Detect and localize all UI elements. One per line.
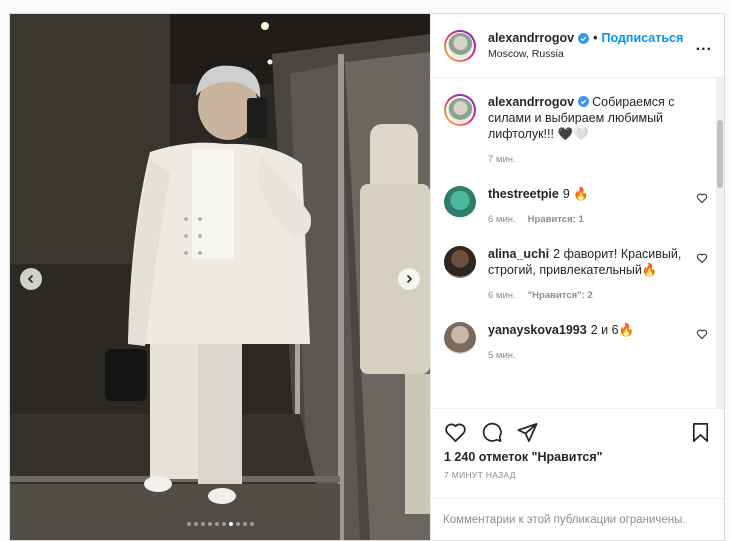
comment-avatar[interactable] <box>444 246 476 278</box>
slide-dot <box>193 522 198 526</box>
comment-likes[interactable]: Нравится: 1 <box>528 212 584 228</box>
comment-time: 6 мин. <box>488 214 516 225</box>
like-heart-icon[interactable] <box>444 421 467 444</box>
more-options-button[interactable]: ... <box>696 37 712 55</box>
slide-dot <box>249 522 254 526</box>
previous-slide-button[interactable] <box>20 268 42 290</box>
post-card: alexandrrogov • Подписаться Moscow, Russ… <box>9 13 725 541</box>
comment-text: 2 и 6🔥 <box>590 323 635 337</box>
post-timestamp[interactable]: 7 МИНУТ НАЗАД <box>444 470 712 480</box>
slide-dot <box>235 522 240 526</box>
heart-icon[interactable] <box>696 252 708 264</box>
comments-list[interactable]: alexandrrogov Собираемся с силами и выбир… <box>431 78 724 408</box>
verified-badge-icon <box>578 32 590 44</box>
elevator-selfie-image <box>10 14 430 540</box>
comment-text: 9 🔥 <box>562 187 589 201</box>
comments-scrollbar[interactable] <box>716 78 724 408</box>
slide-indicator <box>10 522 430 526</box>
slide-dot <box>200 522 205 526</box>
verified-badge-icon <box>578 96 590 107</box>
bookmark-icon[interactable] <box>689 421 712 444</box>
slide-dot <box>228 522 233 526</box>
chevron-right-icon <box>406 274 413 284</box>
comment-username[interactable]: yanayskova1993 <box>488 323 587 337</box>
comment-avatar[interactable] <box>444 186 476 218</box>
comment-item: yanayskova1993 2 и 6🔥 5 мин. <box>444 322 708 364</box>
slide-dot <box>214 522 219 526</box>
comment-username[interactable]: thestreetpie <box>488 187 559 201</box>
comment-likes[interactable]: "Нравится": 2 <box>528 288 593 304</box>
chevron-left-icon <box>27 274 34 284</box>
caption-username[interactable]: alexandrrogov <box>488 95 574 109</box>
post-header: alexandrrogov • Подписаться Moscow, Russ… <box>431 14 724 78</box>
comment-item: alina_uchi 2 фаворит! Красивый, строгий, … <box>444 246 708 304</box>
comment-time: 6 мин. <box>488 290 516 301</box>
comment-username[interactable]: alina_uchi <box>488 247 549 261</box>
likes-count[interactable]: 1 240 отметок "Нравится" <box>444 450 712 464</box>
post-photo[interactable] <box>10 14 430 540</box>
post-location[interactable]: Moscow, Russia <box>488 48 690 60</box>
share-paper-plane-icon[interactable] <box>516 421 539 444</box>
post-sidebar: alexandrrogov • Подписаться Moscow, Russ… <box>430 14 724 540</box>
comment-bubble-icon[interactable] <box>480 421 503 444</box>
author-avatar[interactable] <box>444 29 476 62</box>
comment-avatar[interactable] <box>444 322 476 354</box>
slide-dot <box>207 522 212 526</box>
caption-item: alexandrrogov Собираемся с силами и выбир… <box>444 94 708 168</box>
comment-time: 5 мин. <box>488 350 516 361</box>
heart-icon[interactable] <box>696 192 708 204</box>
author-username[interactable]: alexandrrogov <box>488 31 574 45</box>
follow-button[interactable]: Подписаться <box>602 31 684 45</box>
next-slide-button[interactable] <box>398 268 420 290</box>
caption-author-avatar[interactable] <box>444 94 476 126</box>
header-separator: • <box>593 31 598 45</box>
slide-dot <box>221 522 226 526</box>
slide-dot <box>186 522 191 526</box>
slide-dot <box>242 522 247 526</box>
caption-time: 7 мин. <box>488 154 516 165</box>
heart-icon[interactable] <box>696 328 708 340</box>
comments-disabled-notice: Комментарии к этой публикации ограничены… <box>431 498 724 540</box>
comment-item: thestreetpie 9 🔥 6 мин. Нравится: 1 <box>444 186 708 228</box>
